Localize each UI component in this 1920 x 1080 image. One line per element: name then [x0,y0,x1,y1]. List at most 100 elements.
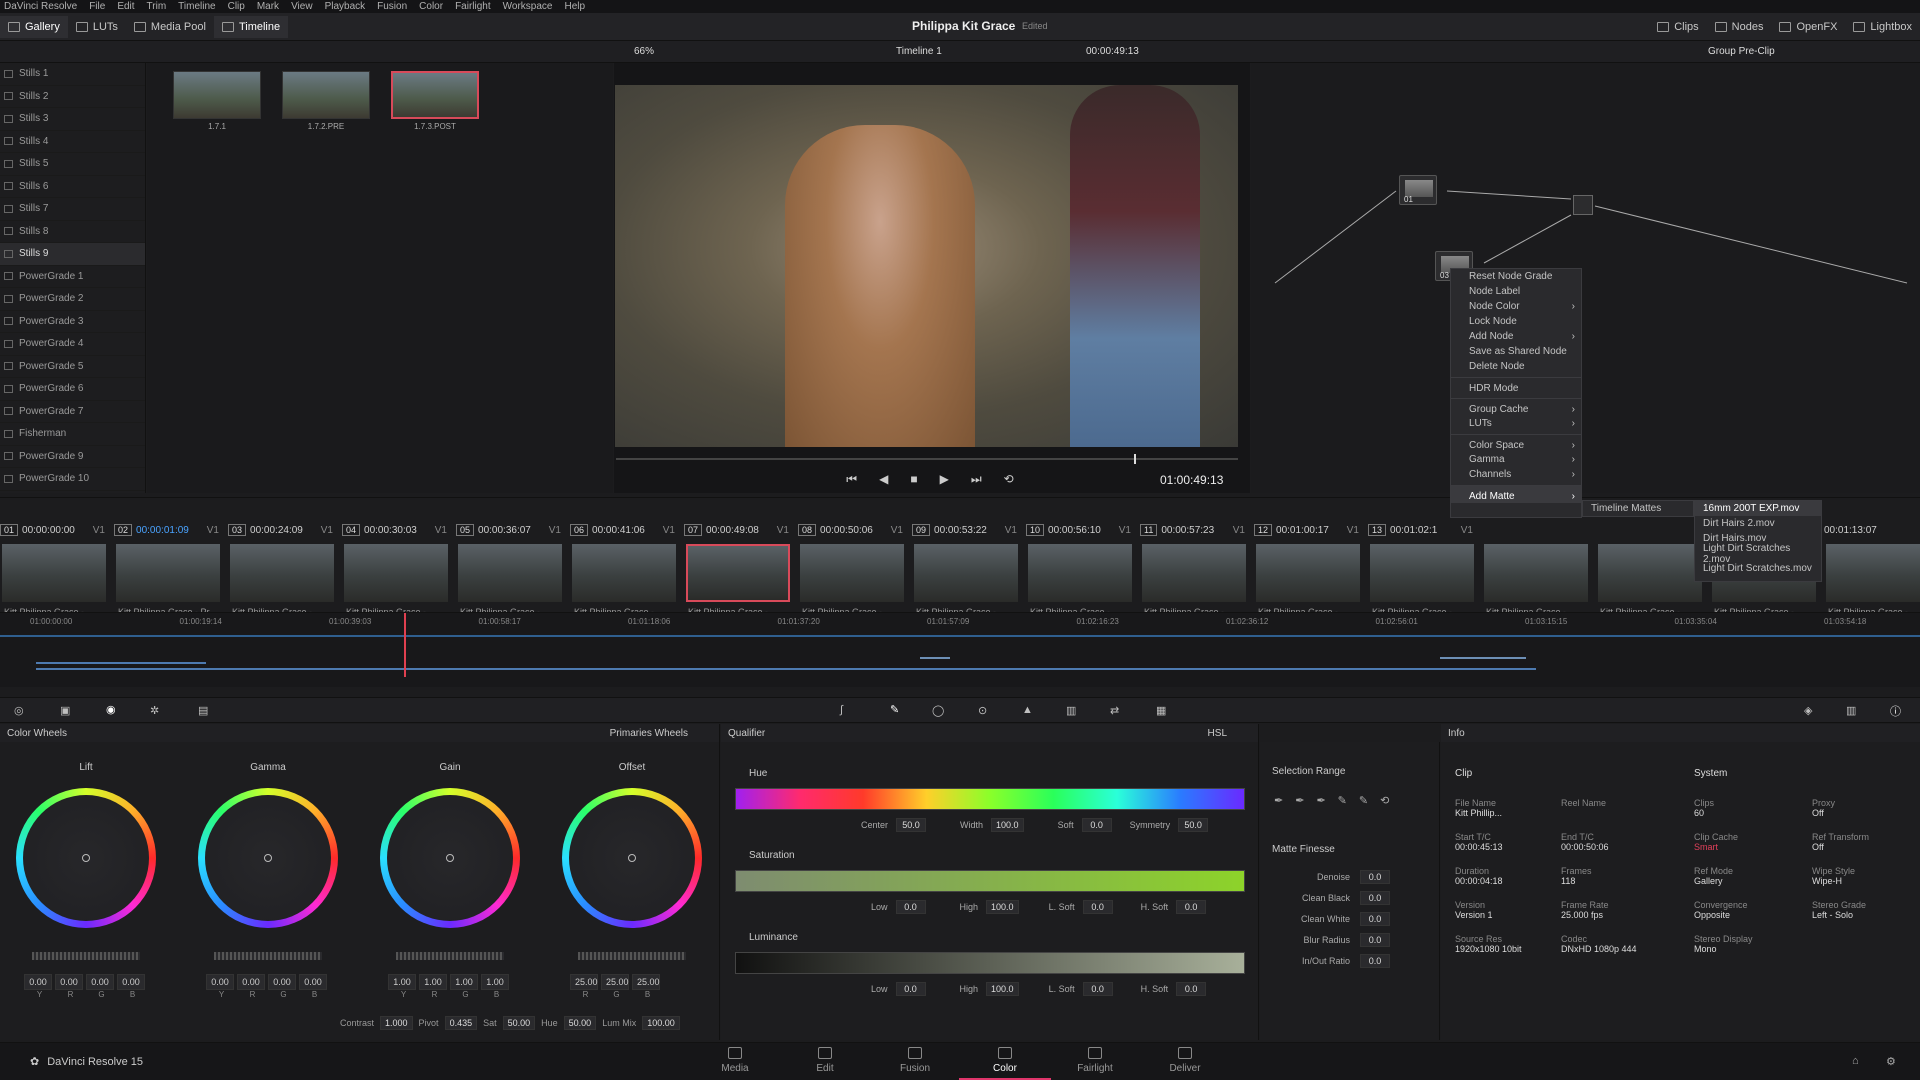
home-icon[interactable]: ⌂ [1852,1055,1859,1067]
clip-thumbnail[interactable]: 0600:00:41:06V1Kitt Philippa Grace - ... [570,522,678,617]
gallery-album-item[interactable]: PowerGrade 1 [0,266,145,288]
scopes-icon[interactable]: ▥ [1846,704,1856,717]
gallery-album-item[interactable]: Stills 7 [0,198,145,221]
node-mode-dropdown[interactable]: Group Pre-Clip [1708,46,1775,57]
pivot-field[interactable]: 0.435 [444,1016,478,1030]
clips-button[interactable]: Clips [1649,16,1706,38]
clip-thumbnail[interactable]: 1200:01:00:17V1Kitt Philippa Grace - ... [1254,522,1362,617]
menu-item[interactable]: Workspace [503,1,553,12]
color-wheel-gain[interactable] [380,788,520,928]
skip-start-icon[interactable]: ⏮ [846,472,857,487]
loop-icon[interactable]: ⟲ [1004,472,1014,486]
menu-item[interactable]: DaVinci Resolve [4,1,77,12]
context-menu-item[interactable]: Node Label [1451,284,1581,299]
context-menu-item[interactable]: Lock Node [1451,314,1581,329]
gallery-album-item[interactable]: Stills 6 [0,176,145,198]
magic-mask-icon[interactable]: ▲ [1022,704,1033,716]
color-match-icon[interactable]: ▣ [60,704,70,717]
wheel-value-field[interactable]: 0.00 [24,974,52,990]
gallery-album-item[interactable]: Stills 9 [0,243,145,266]
stop-icon[interactable]: ■ [910,472,917,486]
3d-icon[interactable]: ◈ [1804,704,1812,717]
gallery-button[interactable]: Gallery [0,15,68,38]
matte-finesse-field[interactable]: 0.0 [1360,912,1390,926]
feather-minus-icon[interactable]: ✎ [1338,794,1347,807]
wheel-value-field[interactable]: 0.00 [268,974,296,990]
sat-high-field[interactable]: 100.0 [986,900,1019,914]
page-tab-fairlight[interactable]: Fairlight [1065,1047,1125,1074]
menu-item[interactable]: Color [419,1,443,12]
symmetry-field[interactable]: 50.0 [1178,818,1209,832]
gallery-album-item[interactable]: PowerGrade 5 [0,356,145,378]
blur-icon[interactable]: ▥ [1066,704,1076,717]
context-menu-item[interactable]: Delete Node [1451,359,1581,374]
motion-effects-icon[interactable]: ▤ [198,704,208,717]
clip-thumbnail[interactable]: 0300:00:24:09V1Kitt Philippa Grace - ... [228,522,336,617]
page-tab-media[interactable]: Media [705,1047,765,1074]
media-pool-button[interactable]: Media Pool [126,16,214,38]
context-menu-item[interactable]: LUTs › [1451,416,1581,431]
wheel-center-handle[interactable] [264,854,272,862]
menu-item[interactable]: File [89,1,105,12]
wheel-value-field[interactable]: 0.00 [206,974,234,990]
clip-thumbnail[interactable]: 1300:01:02:1V1Kitt Philippa Grace - ... [1368,522,1476,617]
gallery-album-item[interactable]: Stills 2 [0,86,145,108]
lum-low-field[interactable]: 0.0 [895,982,926,996]
page-tab-fusion[interactable]: Fusion [885,1047,945,1074]
zoom-dropdown[interactable]: 66% [634,46,654,57]
context-menu-item[interactable]: Add Matte › [1451,485,1581,503]
menu-item[interactable]: Timeline [178,1,215,12]
still-thumbnail[interactable] [173,71,261,119]
gallery-album-item[interactable]: PowerGrade 10 [0,468,145,491]
sat-low-field[interactable]: 0.0 [895,900,926,914]
context-menu-item[interactable]: Channels › [1451,467,1581,482]
wheel-value-field[interactable]: 1.00 [450,974,478,990]
clip-thumbnail[interactable]: Kitt Philippa Grace - ... [1482,522,1590,617]
soft-field[interactable]: 0.0 [1081,818,1112,832]
context-menu-item[interactable]: Node Color › [1451,299,1581,314]
page-tab-color[interactable]: Color [959,1047,1051,1080]
wheel-center-handle[interactable] [446,854,454,862]
menu-item[interactable]: Edit [117,1,134,12]
gallery-album-item[interactable]: PowerGrade 6 [0,378,145,401]
wheel-master-slider[interactable] [396,952,504,960]
context-menu-item[interactable]: Gamma › [1451,452,1581,467]
wheel-master-slider[interactable] [214,952,322,960]
clip-thumbnail[interactable]: 0500:00:36:07V1Kitt Philippa Grace - ... [456,522,564,617]
clip-thumbnail[interactable]: 0400:00:30:03V1Kitt Philippa Grace - ... [342,522,450,617]
clip-thumbnail[interactable]: 1000:00:56:10V1Kitt Philippa Grace - ... [1026,522,1134,617]
wheel-value-field[interactable]: 1.00 [419,974,447,990]
curves-icon[interactable]: ∫ [840,704,843,716]
context-menu-item[interactable]: Add Node › [1451,329,1581,344]
gallery-album-item[interactable]: PowerGrade 9 [0,446,145,468]
wheel-value-field[interactable]: 1.00 [481,974,509,990]
lum-mix-field[interactable]: 100.00 [642,1016,680,1030]
context-menu-item[interactable]: Save as Shared Node [1451,344,1581,359]
node-01[interactable]: 01 [1399,175,1437,205]
layer-mixer-node[interactable] [1573,195,1593,215]
context-menu-item[interactable]: Reset Node Grade [1451,269,1581,284]
qualifier-mode-dropdown[interactable]: HSL [1208,728,1227,739]
sat-lsoft-field[interactable]: 0.0 [1082,900,1113,914]
wheel-center-handle[interactable] [82,854,90,862]
matte-item[interactable]: 16mm 200T EXP.mov [1695,501,1821,516]
menu-item[interactable]: Help [564,1,585,12]
context-menu-item[interactable]: HDR Mode [1451,377,1581,395]
eyedropper-minus-icon[interactable]: ✒ [1295,794,1304,807]
color-wheel-offset[interactable] [562,788,702,928]
viewer-scrubber[interactable] [616,454,1238,464]
video-frame[interactable] [615,85,1238,447]
invert-icon[interactable]: ⟲ [1380,794,1389,807]
gallery-album-item[interactable]: Stills 1 [0,63,145,86]
center-field[interactable]: 50.0 [896,818,927,832]
color-wheel-lift[interactable] [16,788,156,928]
nodes-button[interactable]: Nodes [1707,16,1772,38]
clip-thumbnail[interactable]: 0200:00:01:09V1Kitt Philippa Grace - Pr.… [114,522,222,617]
menu-item[interactable]: Playback [325,1,366,12]
wheel-value-field[interactable]: 0.00 [299,974,327,990]
camera-raw-icon[interactable]: ◎ [14,704,24,717]
lum-lsoft-field[interactable]: 0.0 [1082,982,1113,996]
settings-gear-icon[interactable]: ⚙ [1886,1055,1896,1068]
matte-item[interactable]: Light Dirt Scratches.mov [1695,561,1821,576]
context-menu-item[interactable]: Color Space › [1451,434,1581,452]
